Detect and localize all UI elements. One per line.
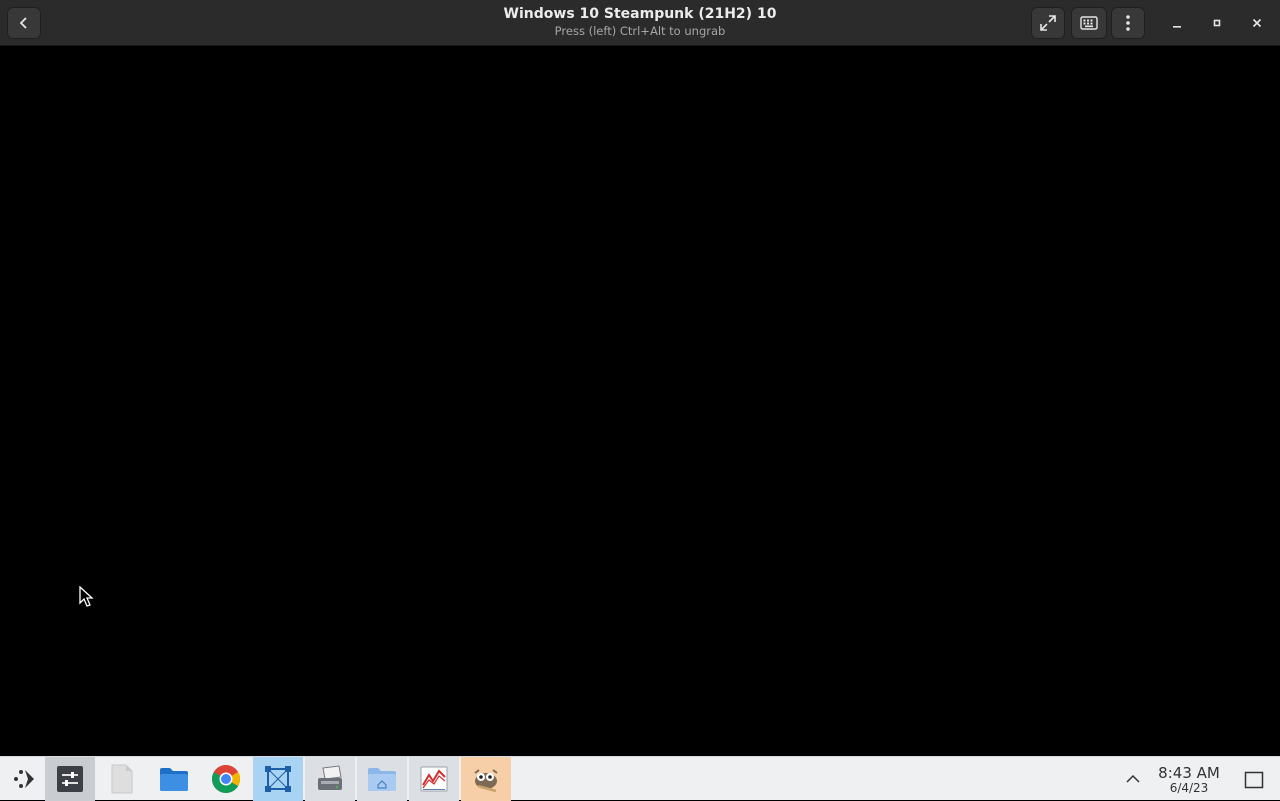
mouse-pointer-icon xyxy=(79,586,94,607)
back-icon xyxy=(19,17,27,29)
taskbar: 8:43 AM 6/4/23 xyxy=(0,756,1280,801)
taskbar-app-scanner[interactable] xyxy=(305,757,355,801)
clock-date: 6/4/23 xyxy=(1169,781,1209,795)
close-icon xyxy=(1252,18,1262,28)
taskbar-app-home-folder[interactable] xyxy=(357,757,407,801)
notifications-button[interactable] xyxy=(1242,768,1266,792)
keyboard-icon xyxy=(1080,16,1098,30)
minimize-icon xyxy=(1173,26,1181,28)
maximize-button[interactable] xyxy=(1200,7,1234,39)
taskbar-app-document[interactable] xyxy=(97,757,147,801)
clock-time: 8:43 AM xyxy=(1158,764,1220,782)
scanner-icon xyxy=(318,765,342,790)
taskbar-app-files[interactable] xyxy=(149,757,199,801)
window-titlebar: Windows 10 Steampunk (21H2) 10 Press (le… xyxy=(0,0,1280,46)
fullscreen-icon xyxy=(1040,15,1056,31)
crop-frame-icon xyxy=(265,766,291,792)
chrome-icon xyxy=(212,765,240,793)
taskbar-app-boxes[interactable] xyxy=(45,757,95,801)
vm-display[interactable] xyxy=(0,47,1280,756)
maximize-icon xyxy=(1213,19,1221,27)
keyboard-button[interactable] xyxy=(1071,7,1107,39)
document-icon xyxy=(111,764,133,794)
fullscreen-button[interactable] xyxy=(1031,7,1065,39)
main-menu-button[interactable] xyxy=(1111,7,1145,39)
minimize-button[interactable] xyxy=(1160,7,1194,39)
taskbar-app-gimp[interactable] xyxy=(461,757,511,801)
launcher-button[interactable] xyxy=(0,757,50,801)
graph-icon xyxy=(420,766,448,792)
chevron-up-icon xyxy=(1126,774,1140,783)
notification-icon xyxy=(1244,771,1264,789)
window-title: Windows 10 Steampunk (21H2) 10 xyxy=(503,6,777,22)
kebab-menu-icon xyxy=(1126,15,1130,31)
tray-expand-button[interactable] xyxy=(1123,769,1143,789)
title-block: Windows 10 Steampunk (21H2) 10 Press (le… xyxy=(340,5,940,39)
close-button[interactable] xyxy=(1240,7,1274,39)
window-subtitle: Press (left) Ctrl+Alt to ungrab xyxy=(554,24,726,38)
home-folder-icon xyxy=(368,768,396,791)
folder-icon xyxy=(160,768,188,791)
system-clock[interactable]: 8:43 AM 6/4/23 xyxy=(1152,765,1226,795)
boxes-icon xyxy=(57,766,83,792)
taskbar-app-screenshot[interactable] xyxy=(253,757,303,801)
gimp-icon xyxy=(474,769,498,793)
launcher-icon xyxy=(14,770,34,788)
back-button[interactable] xyxy=(7,7,41,39)
taskbar-app-system-monitor[interactable] xyxy=(409,757,459,801)
taskbar-app-chrome[interactable] xyxy=(201,757,251,801)
